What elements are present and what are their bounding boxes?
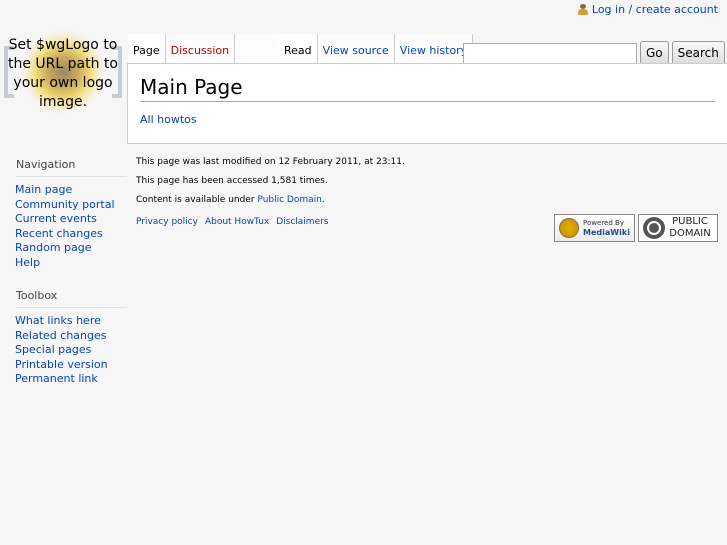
tab-discussion[interactable]: Discussion: [165, 34, 236, 64]
tab-spacer: [235, 34, 284, 64]
title-divider: [140, 101, 715, 102]
mediawiki-logo-icon: [559, 218, 580, 238]
nav-random-page[interactable]: Random page: [15, 241, 127, 256]
mediawiki-badge-bottom: MediaWiki: [583, 227, 630, 237]
toolbox-portal: Toolbox What links here Related changes …: [15, 289, 127, 387]
disclaimers-link[interactable]: Disclaimers: [276, 217, 328, 227]
nav-current-events[interactable]: Current events: [15, 212, 127, 227]
personal-tools: Log in / create account: [577, 3, 718, 16]
footer-last-modified: This page was last modified on 12 Februa…: [136, 157, 405, 167]
nav-community-portal[interactable]: Community portal: [15, 198, 127, 213]
namespace-tabs: Page Discussion: [128, 34, 284, 64]
powered-by-mediawiki-badge[interactable]: Powered By MediaWiki: [554, 214, 635, 242]
public-domain-badge[interactable]: PUBLIC DOMAIN: [638, 214, 718, 242]
navigation-heading: Navigation: [16, 158, 127, 177]
view-tabs: Read View source View history: [279, 34, 474, 64]
logo-placeholder-text: Set $wgLogo to the URL path to your own …: [8, 37, 118, 110]
privacy-policy-link[interactable]: Privacy policy: [136, 217, 198, 227]
nav-help[interactable]: Help: [15, 256, 127, 271]
tab-view-source[interactable]: View source: [317, 34, 395, 64]
toolbox-heading: Toolbox: [16, 289, 127, 308]
tool-permanent-link[interactable]: Permanent link: [15, 372, 127, 387]
about-link[interactable]: About HowTux: [205, 217, 269, 227]
search-form: Go Search: [463, 41, 725, 65]
tool-what-links-here[interactable]: What links here: [15, 314, 127, 329]
page-title: Main Page: [140, 75, 243, 99]
public-domain-line2: DOMAIN: [669, 228, 711, 239]
user-icon: [577, 4, 588, 15]
tab-page[interactable]: Page: [128, 34, 166, 64]
content-area: Main Page All howtos: [127, 63, 727, 144]
search-button[interactable]: Search: [671, 41, 725, 65]
public-domain-link[interactable]: Public Domain: [257, 195, 321, 205]
search-input[interactable]: [463, 42, 637, 64]
footer-places: Privacy policy About HowTux Disclaimers: [136, 217, 329, 227]
site-logo[interactable]: Set $wgLogo to the URL path to your own …: [0, 26, 126, 122]
tool-related-changes[interactable]: Related changes: [15, 329, 127, 344]
mediawiki-badge-top: Powered By: [583, 218, 624, 227]
tab-read[interactable]: Read: [279, 34, 318, 64]
tab-view-history[interactable]: View history: [394, 34, 474, 64]
footer-copyright: Content is available under Public Domain…: [136, 195, 325, 205]
public-domain-icon: [643, 217, 666, 239]
nav-main-page[interactable]: Main page: [15, 183, 127, 198]
tool-special-pages[interactable]: Special pages: [15, 343, 127, 358]
nav-recent-changes[interactable]: Recent changes: [15, 227, 127, 242]
go-button[interactable]: Go: [640, 41, 669, 65]
public-domain-line1: PUBLIC: [672, 216, 708, 227]
tool-printable-version[interactable]: Printable version: [15, 358, 127, 373]
footer-view-count: This page has been accessed 1,581 times.: [136, 176, 328, 186]
all-howtos-link[interactable]: All howtos: [140, 113, 197, 126]
navigation-portal: Navigation Main page Community portal Cu…: [15, 158, 127, 271]
login-link[interactable]: Log in / create account: [592, 3, 718, 16]
